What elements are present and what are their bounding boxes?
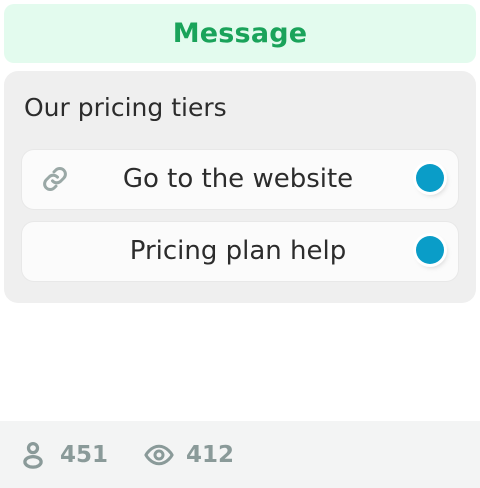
card-title: Our pricing tiers bbox=[24, 93, 227, 122]
website-link-button[interactable]: Go to the website bbox=[22, 150, 458, 209]
message-header: Message bbox=[4, 4, 476, 63]
user-icon bbox=[18, 440, 48, 470]
users-count: 451 bbox=[60, 441, 109, 468]
views-count: 412 bbox=[186, 441, 235, 468]
link-icon bbox=[40, 164, 70, 194]
message-page: Message Our pricing tiers Go to the webs… bbox=[0, 0, 480, 488]
users-stat: 451 bbox=[18, 421, 108, 488]
pricing-help-button[interactable]: Pricing plan help bbox=[22, 222, 458, 281]
views-stat: 412 bbox=[144, 421, 234, 488]
stats-footer: 451 412 bbox=[0, 421, 480, 488]
eye-icon bbox=[144, 440, 174, 470]
header-title: Message bbox=[172, 18, 308, 49]
website-link-handle[interactable] bbox=[416, 164, 444, 192]
website-link-label: Go to the website bbox=[122, 164, 354, 194]
pricing-help-handle[interactable] bbox=[416, 236, 444, 264]
message-card: Our pricing tiers Go to the website Pric… bbox=[4, 71, 476, 303]
pricing-help-label: Pricing plan help bbox=[129, 236, 347, 266]
